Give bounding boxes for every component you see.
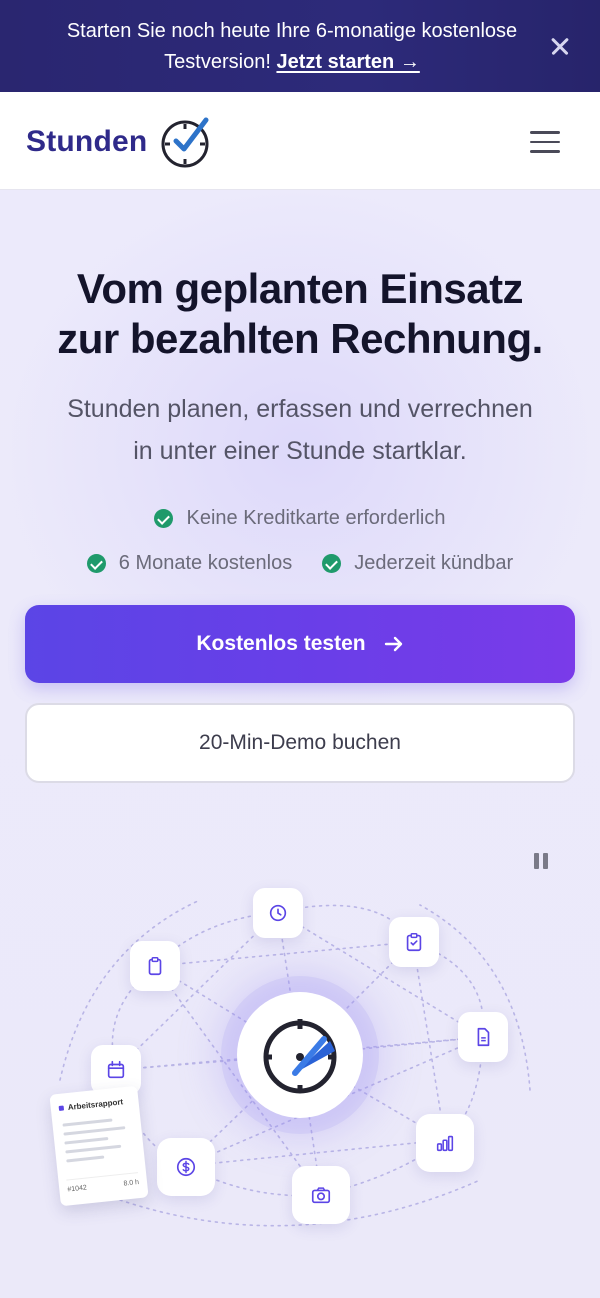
brand-logo-link[interactable]: Stunden [26, 116, 215, 168]
benefit-item: 6 Monate kostenlos [86, 552, 292, 575]
camera-icon [311, 1187, 331, 1204]
report-hours: 8.0 h [123, 1179, 140, 1188]
report-card: Arbeitsrapport #1042 8.0 h [49, 1085, 149, 1207]
check-circle-icon [154, 509, 174, 528]
site-header: Stunden [0, 92, 600, 190]
check-circle-icon [322, 554, 342, 573]
document-icon [477, 1027, 490, 1047]
hero-subtitle: Stunden planen, erfassen und verrechnen … [67, 395, 533, 465]
bar-chart-node [416, 1114, 474, 1172]
benefit-item: Jederzeit kündbar [322, 552, 513, 575]
dollar-icon [176, 1157, 196, 1177]
benefit-item: Keine Kreditkarte erforderlich [154, 507, 446, 530]
menu-icon[interactable] [530, 130, 560, 154]
book-demo-button[interactable]: 20-Min-Demo buchen [25, 703, 575, 783]
report-dot-icon [58, 1105, 65, 1111]
clipboard-check-icon [406, 933, 422, 952]
report-title: Arbeitsrapport [67, 1097, 124, 1113]
benefit-list: Keine Kreditkarte erforderlich 6 Monate … [0, 496, 600, 586]
report-number: #1042 [67, 1184, 88, 1194]
stopwatch-check-icon [161, 117, 209, 168]
arrow-right-icon [384, 636, 402, 652]
clock-icon [269, 904, 287, 922]
clipboard-node [130, 941, 180, 991]
calendar-icon [107, 1060, 125, 1079]
document-node [458, 1012, 508, 1062]
clipboard-icon [148, 957, 162, 976]
page-title: Vom geplanten Einsatz zur bezahlten Rech… [57, 265, 543, 362]
dollar-node [157, 1138, 215, 1196]
start-trial-button[interactable]: Kostenlos testen [25, 605, 575, 683]
promo-cta-link[interactable]: Jetzt starten → [276, 51, 419, 73]
brand-name: Stunden [26, 125, 148, 158]
clock-node [253, 888, 303, 938]
promo-banner: Starten Sie noch heute Ihre 6-monatige k… [0, 0, 600, 92]
camera-node [292, 1166, 350, 1224]
check-circle-icon [86, 554, 106, 573]
stopwatch-hub-icon [237, 992, 363, 1118]
close-icon[interactable] [546, 32, 574, 60]
clipboard-check-node [389, 917, 439, 967]
bar-chart-icon [436, 1135, 454, 1152]
